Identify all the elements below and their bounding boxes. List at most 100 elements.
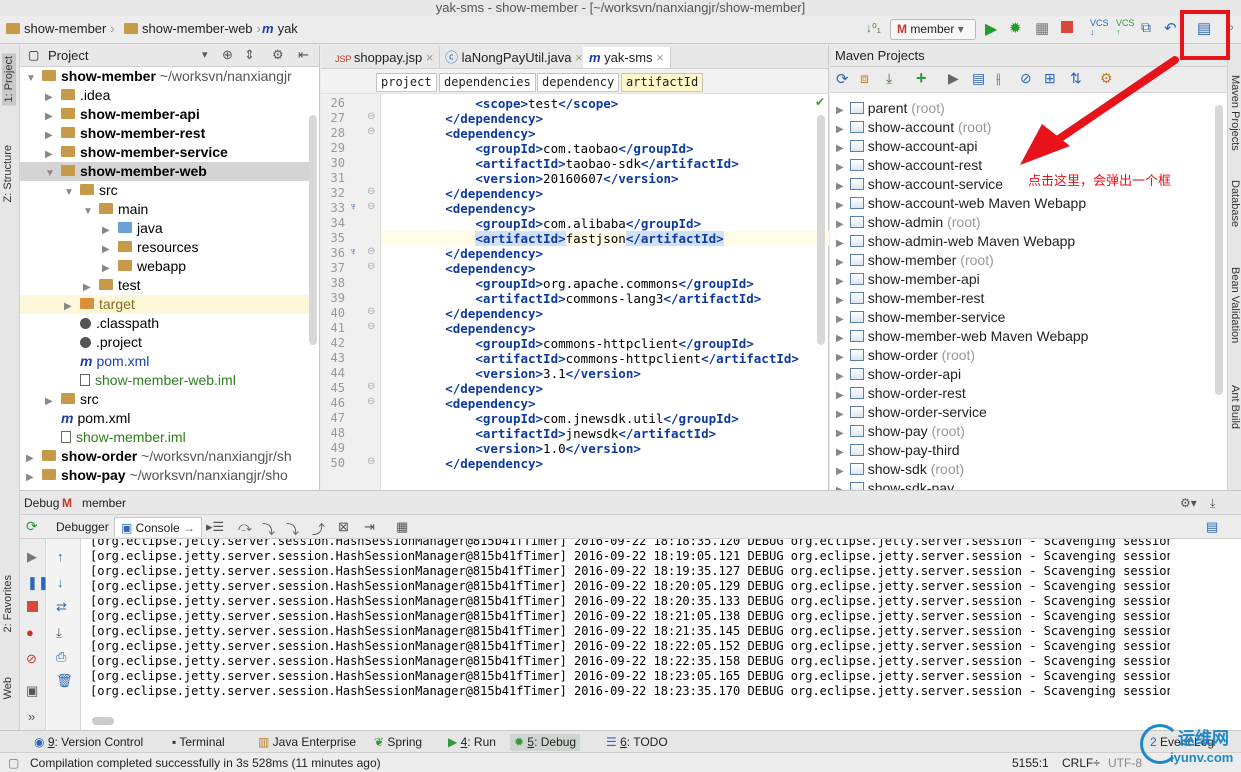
drop-frame-icon[interactable]: ⊠	[338, 519, 349, 535]
tree-item[interactable]: ▶ show-member-api	[20, 105, 310, 124]
editor-scrollbar[interactable]	[817, 115, 825, 345]
refresh-icon[interactable]: ⟳	[836, 70, 849, 88]
maven-project-item[interactable]: ▶ show-order-rest	[830, 384, 1220, 403]
tool-tab-favorites[interactable]: 2: Favorites	[2, 575, 14, 632]
fold-icon[interactable]: ⊖	[367, 111, 375, 122]
maven-scrollbar[interactable]	[1215, 105, 1223, 395]
rerun-icon[interactable]: ⟳	[26, 518, 38, 535]
tool-debug[interactable]: ✹ 5: Debug	[510, 734, 581, 751]
tab-debugger[interactable]: Debugger	[50, 517, 115, 537]
tool-tab-project[interactable]: 1: Project	[2, 53, 16, 106]
tree-item[interactable]: m pom.xml	[20, 409, 310, 428]
chevron-right-icon[interactable]: ▶	[836, 352, 844, 363]
maven-project-item[interactable]: ▶ show-account-web Maven Webapp	[830, 194, 1220, 213]
chevron-right-icon[interactable]: ▶	[836, 314, 844, 325]
compare-icon[interactable]: ⧉	[1141, 19, 1151, 36]
breadcrumb-module[interactable]: show-member-web ›	[124, 21, 261, 36]
tool-tab-database[interactable]: Database	[1229, 180, 1241, 227]
revert-icon[interactable]: ↶	[1164, 19, 1177, 37]
tool-tab-web[interactable]: Web	[2, 677, 14, 699]
generate-sources-icon[interactable]: ⧈	[860, 70, 869, 87]
chevron-right-icon[interactable]: ▶	[836, 390, 844, 401]
force-step-into-icon[interactable]: ⤵	[286, 519, 299, 538]
chevron-right-icon[interactable]: ▶	[836, 162, 844, 173]
tool-java-enterprise[interactable]: ▥ Java Enterprise	[254, 734, 360, 751]
chevron-right-icon[interactable]: ▶	[836, 447, 844, 458]
lifecycle-icon[interactable]: ▤	[972, 70, 985, 87]
xml-crumb-project[interactable]: project	[376, 73, 437, 92]
tree-item[interactable]: ▼ show-member-web	[20, 162, 310, 181]
tree-item[interactable]: ▶ show-member-rest	[20, 124, 310, 143]
maven-project-item[interactable]: ▶ show-order-api	[830, 365, 1220, 384]
chevron-right-icon[interactable]: ▶	[26, 468, 38, 487]
fold-icon[interactable]: ⊖	[367, 321, 375, 332]
chevron-right-icon[interactable]: ▶	[836, 257, 844, 268]
run-maven-icon[interactable]: ▶	[948, 70, 959, 87]
show-execution-point-icon[interactable]: ▸☰	[206, 519, 224, 535]
tool-tab-structure[interactable]: Z: Structure	[2, 145, 14, 202]
maven-project-item[interactable]: ▶ show-order (root)	[830, 346, 1220, 365]
maven-project-item[interactable]: ▶ show-pay-third	[830, 441, 1220, 460]
collapse-icon[interactable]: ⇕	[244, 47, 255, 63]
xml-crumb-dependency[interactable]: dependency	[537, 73, 620, 92]
tree-item[interactable]: show-member-web.iml	[20, 371, 310, 390]
debug-icon[interactable]: ✹	[1009, 19, 1022, 37]
line-separator[interactable]: CRLF÷	[1062, 753, 1100, 772]
gear-icon[interactable]: ⚙	[272, 47, 284, 63]
tree-item[interactable]: .project	[20, 333, 310, 352]
xml-crumb-dependencies[interactable]: dependencies	[439, 73, 536, 92]
tool-tab-bean-validation[interactable]: Bean Validation	[1229, 267, 1241, 343]
fold-icon[interactable]: ⊖	[367, 456, 375, 467]
close-icon[interactable]: ×	[575, 50, 583, 65]
chevron-right-icon[interactable]: ▶	[836, 371, 844, 382]
tree-item[interactable]: ▶ .idea	[20, 86, 310, 105]
step-out-icon[interactable]: ⤴	[312, 519, 325, 538]
maven-project-item[interactable]: ▶ show-admin-web Maven Webapp	[830, 232, 1220, 251]
fold-icon[interactable]: ⊖	[367, 261, 375, 272]
maven-project-item[interactable]: ▶ show-member-service	[830, 308, 1220, 327]
tree-item[interactable]: ▶ show-member-service	[20, 143, 310, 162]
tab-lanongpayutil-java[interactable]: ⓒ laNongPayUtil.java ×	[439, 47, 590, 68]
maven-dependency-icon[interactable]: ♆	[349, 201, 357, 213]
sort-icon[interactable]: ↓⁰₁	[866, 21, 881, 35]
coverage-icon[interactable]: ▦	[1035, 19, 1049, 37]
maven-project-item[interactable]: ▶ show-member-web Maven Webapp	[830, 327, 1220, 346]
chevron-down-icon[interactable]: ▾	[202, 48, 208, 61]
fold-icon[interactable]: ⊖	[367, 201, 375, 212]
project-scrollbar[interactable]	[309, 115, 317, 345]
tab-console[interactable]: ▣ Console →	[114, 517, 203, 537]
project-panel-title[interactable]: Project	[48, 48, 88, 63]
hide-icon[interactable]: ⤓	[1210, 491, 1215, 515]
chevron-right-icon[interactable]: ▶	[836, 200, 844, 211]
fold-icon[interactable]: ⊖	[367, 381, 375, 392]
tool-terminal[interactable]: ▪ Terminal	[168, 734, 229, 751]
xml-crumb-artifactid[interactable]: artifactId	[621, 73, 704, 92]
chevron-right-icon[interactable]: ▶	[836, 124, 844, 135]
run-icon[interactable]: ▶	[985, 19, 997, 39]
maven-project-item[interactable]: ▶ show-order-service	[830, 403, 1220, 422]
tool-version-control[interactable]: ◉ 9: Version Control	[30, 734, 147, 751]
tree-item[interactable]: show-member.iml	[20, 428, 310, 447]
tab-yak-sms[interactable]: m yak-sms ×	[583, 47, 671, 68]
step-into-icon[interactable]: ⤵	[262, 519, 275, 538]
chevron-right-icon[interactable]: ▶	[836, 466, 844, 477]
chevron-right-icon[interactable]: ▶	[836, 181, 844, 192]
vcs-commit-icon[interactable]: VCS ↑	[1116, 19, 1135, 37]
stop-icon[interactable]	[1061, 21, 1073, 33]
maven-project-item[interactable]: ▶ show-sdk (root)	[830, 460, 1220, 479]
fold-icon[interactable]: ⊖	[367, 396, 375, 407]
tree-item[interactable]: ▶ webapp	[20, 257, 310, 276]
chevron-right-icon[interactable]: ▶	[836, 238, 844, 249]
tree-item[interactable]: ▶ show-pay ~/worksvn/nanxiangjr/sho	[20, 466, 310, 485]
caret-position[interactable]: 5155:1	[1012, 753, 1049, 772]
maven-project-item[interactable]: ▶ show-member-rest	[830, 289, 1220, 308]
tool-tab-ant-build[interactable]: Ant Build	[1229, 385, 1241, 429]
more-icon[interactable]: »	[28, 709, 35, 724]
tree-item[interactable]: ▼ show-member ~/worksvn/nanxiangjr	[20, 67, 310, 86]
tree-item[interactable]: m pom.xml	[20, 352, 310, 371]
gear-icon[interactable]: ⚙▾	[1180, 491, 1197, 515]
chevron-right-icon[interactable]: ▶	[836, 276, 844, 287]
tree-item[interactable]: ▶ src	[20, 390, 310, 409]
file-encoding[interactable]: UTF-8	[1108, 753, 1142, 772]
maven-dependency-icon[interactable]: ♆	[349, 246, 357, 258]
